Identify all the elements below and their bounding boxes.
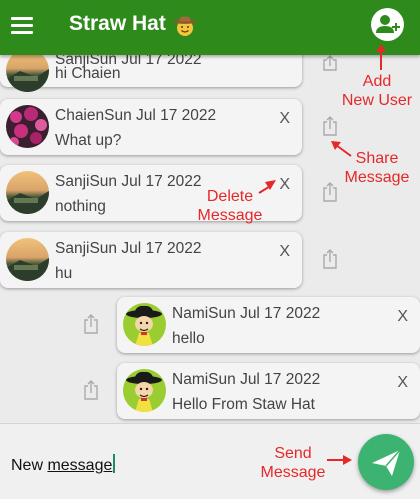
annotation-text: Share <box>355 150 399 167</box>
annotation-delete: Delete Message <box>194 187 266 225</box>
annotation-text: Message <box>344 169 410 186</box>
annotation-text: Add <box>362 73 392 90</box>
annotation-text: Message <box>260 464 326 481</box>
annotation-add-user: Add New User <box>335 72 419 110</box>
annotation-send: Send Message <box>257 444 329 482</box>
annotation-text: Delete <box>206 188 254 205</box>
annotation-text: New User <box>341 92 413 109</box>
annotation-text: Message <box>197 207 263 224</box>
annotation-text: Send <box>274 445 312 462</box>
annotation-share: Share Message <box>340 149 414 187</box>
